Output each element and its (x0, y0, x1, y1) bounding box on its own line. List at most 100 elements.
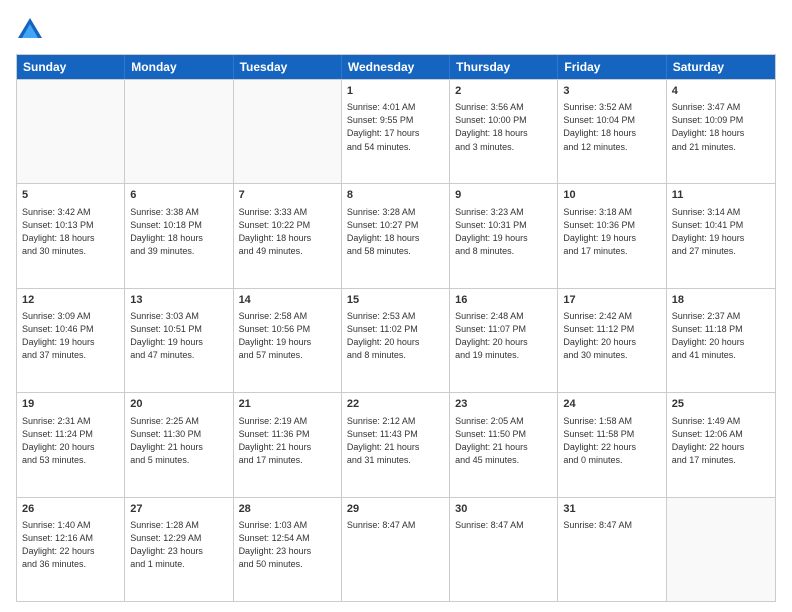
cell-info: Sunrise: 8:47 AM (347, 519, 444, 532)
cal-header-thursday: Thursday (450, 55, 558, 79)
day-number: 30 (455, 502, 552, 517)
cell-info: Sunrise: 2:48 AM Sunset: 11:07 PM Daylig… (455, 310, 552, 362)
cell-info: Sunrise: 3:52 AM Sunset: 10:04 PM Daylig… (563, 101, 660, 153)
cal-cell: 13 Sunrise: 3:03 AM Sunset: 10:51 PM Dayl… (125, 289, 233, 392)
cal-cell: 25Sunrise: 1:49 AM Sunset: 12:06 AM Dayl… (667, 393, 775, 496)
cal-cell: 6 Sunrise: 3:38 AM Sunset: 10:18 PM Dayli… (125, 184, 233, 287)
day-number: 22 (347, 397, 444, 412)
cal-cell: 26 Sunrise: 1:40 AM Sunset: 12:16 AM Dayl… (17, 498, 125, 601)
cal-cell: 7 Sunrise: 3:33 AM Sunset: 10:22 PM Dayli… (234, 184, 342, 287)
cal-cell (667, 498, 775, 601)
cal-header-saturday: Saturday (667, 55, 775, 79)
cal-header-friday: Friday (558, 55, 666, 79)
day-number: 15 (347, 293, 444, 308)
cal-cell (17, 80, 125, 183)
page: SundayMondayTuesdayWednesdayThursdayFrid… (0, 0, 792, 612)
cal-cell: 28 Sunrise: 1:03 AM Sunset: 12:54 AM Dayl… (234, 498, 342, 601)
cal-week-5: 26 Sunrise: 1:40 AM Sunset: 12:16 AM Dayl… (17, 497, 775, 601)
cal-cell: 16Sunrise: 2:48 AM Sunset: 11:07 PM Dayl… (450, 289, 558, 392)
calendar-body: 1 Sunrise: 4:01 AM Sunset: 9:55 PM Daylig… (17, 79, 775, 601)
cal-cell (234, 80, 342, 183)
day-number: 17 (563, 293, 660, 308)
cell-info: Sunrise: 3:38 AM Sunset: 10:18 PM Daylig… (130, 206, 227, 258)
day-number: 3 (563, 84, 660, 99)
cal-cell: 9 Sunrise: 3:23 AM Sunset: 10:31 PM Dayli… (450, 184, 558, 287)
day-number: 25 (672, 397, 770, 412)
cal-cell: 24 Sunrise: 1:58 AM Sunset: 11:58 PM Dayl… (558, 393, 666, 496)
cal-week-4: 19 Sunrise: 2:31 AM Sunset: 11:24 PM Dayl… (17, 392, 775, 496)
cal-cell: 22Sunrise: 2:12 AM Sunset: 11:43 PM Dayl… (342, 393, 450, 496)
cal-cell: 3 Sunrise: 3:52 AM Sunset: 10:04 PM Dayli… (558, 80, 666, 183)
day-number: 28 (239, 502, 336, 517)
cal-cell: 8 Sunrise: 3:28 AM Sunset: 10:27 PM Dayli… (342, 184, 450, 287)
cell-info: Sunrise: 3:56 AM Sunset: 10:00 PM Daylig… (455, 101, 552, 153)
cal-header-sunday: Sunday (17, 55, 125, 79)
calendar: SundayMondayTuesdayWednesdayThursdayFrid… (16, 54, 776, 602)
cal-week-3: 12 Sunrise: 3:09 AM Sunset: 10:46 PM Dayl… (17, 288, 775, 392)
cal-cell: 2 Sunrise: 3:56 AM Sunset: 10:00 PM Dayli… (450, 80, 558, 183)
cell-info: Sunrise: 3:03 AM Sunset: 10:51 PM Daylig… (130, 310, 227, 362)
day-number: 24 (563, 397, 660, 412)
cal-cell: 27Sunrise: 1:28 AM Sunset: 12:29 AM Dayl… (125, 498, 233, 601)
cell-info: Sunrise: 3:09 AM Sunset: 10:46 PM Daylig… (22, 310, 119, 362)
cal-cell: 12 Sunrise: 3:09 AM Sunset: 10:46 PM Dayl… (17, 289, 125, 392)
day-number: 2 (455, 84, 552, 99)
cell-info: Sunrise: 3:18 AM Sunset: 10:36 PM Daylig… (563, 206, 660, 258)
day-number: 11 (672, 188, 770, 203)
cal-cell: 18 Sunrise: 2:37 AM Sunset: 11:18 PM Dayl… (667, 289, 775, 392)
day-number: 29 (347, 502, 444, 517)
cell-info: Sunrise: 8:47 AM (563, 519, 660, 532)
cell-info: Sunrise: 1:40 AM Sunset: 12:16 AM Daylig… (22, 519, 119, 571)
cell-info: Sunrise: 3:14 AM Sunset: 10:41 PM Daylig… (672, 206, 770, 258)
cal-cell (125, 80, 233, 183)
day-number: 12 (22, 293, 119, 308)
day-number: 1 (347, 84, 444, 99)
cal-header-tuesday: Tuesday (234, 55, 342, 79)
cal-cell: 4 Sunrise: 3:47 AM Sunset: 10:09 PM Dayli… (667, 80, 775, 183)
cell-info: Sunrise: 2:42 AM Sunset: 11:12 PM Daylig… (563, 310, 660, 362)
cell-info: Sunrise: 4:01 AM Sunset: 9:55 PM Dayligh… (347, 101, 444, 153)
day-number: 13 (130, 293, 227, 308)
cal-cell: 1 Sunrise: 4:01 AM Sunset: 9:55 PM Daylig… (342, 80, 450, 183)
day-number: 20 (130, 397, 227, 412)
day-number: 5 (22, 188, 119, 203)
day-number: 7 (239, 188, 336, 203)
cal-cell: 17 Sunrise: 2:42 AM Sunset: 11:12 PM Dayl… (558, 289, 666, 392)
cell-info: Sunrise: 1:03 AM Sunset: 12:54 AM Daylig… (239, 519, 336, 571)
day-number: 8 (347, 188, 444, 203)
cal-cell: 21 Sunrise: 2:19 AM Sunset: 11:36 PM Dayl… (234, 393, 342, 496)
day-number: 19 (22, 397, 119, 412)
cell-info: Sunrise: 2:58 AM Sunset: 10:56 PM Daylig… (239, 310, 336, 362)
cal-cell: 11 Sunrise: 3:14 AM Sunset: 10:41 PM Dayl… (667, 184, 775, 287)
cal-cell: 23Sunrise: 2:05 AM Sunset: 11:50 PM Dayl… (450, 393, 558, 496)
cell-info: Sunrise: 3:23 AM Sunset: 10:31 PM Daylig… (455, 206, 552, 258)
cell-info: Sunrise: 8:47 AM (455, 519, 552, 532)
cell-info: Sunrise: 2:25 AM Sunset: 11:30 PM Daylig… (130, 415, 227, 467)
cal-cell: 20 Sunrise: 2:25 AM Sunset: 11:30 PM Dayl… (125, 393, 233, 496)
cal-cell: 19 Sunrise: 2:31 AM Sunset: 11:24 PM Dayl… (17, 393, 125, 496)
cal-cell: 29 Sunrise: 8:47 AM (342, 498, 450, 601)
day-number: 10 (563, 188, 660, 203)
cell-info: Sunrise: 2:19 AM Sunset: 11:36 PM Daylig… (239, 415, 336, 467)
cell-info: Sunrise: 3:28 AM Sunset: 10:27 PM Daylig… (347, 206, 444, 258)
day-number: 31 (563, 502, 660, 517)
cell-info: Sunrise: 2:05 AM Sunset: 11:50 PM Daylig… (455, 415, 552, 467)
day-number: 21 (239, 397, 336, 412)
cal-header-monday: Monday (125, 55, 233, 79)
cal-cell: 31 Sunrise: 8:47 AM (558, 498, 666, 601)
day-number: 26 (22, 502, 119, 517)
day-number: 4 (672, 84, 770, 99)
day-number: 6 (130, 188, 227, 203)
day-number: 9 (455, 188, 552, 203)
cell-info: Sunrise: 2:31 AM Sunset: 11:24 PM Daylig… (22, 415, 119, 467)
header (16, 16, 776, 44)
cell-info: Sunrise: 1:28 AM Sunset: 12:29 AM Daylig… (130, 519, 227, 571)
cal-cell: 10 Sunrise: 3:18 AM Sunset: 10:36 PM Dayl… (558, 184, 666, 287)
cell-info: Sunrise: 3:47 AM Sunset: 10:09 PM Daylig… (672, 101, 770, 153)
cell-info: Sunrise: 3:33 AM Sunset: 10:22 PM Daylig… (239, 206, 336, 258)
cal-cell: 5Sunrise: 3:42 AM Sunset: 10:13 PM Dayli… (17, 184, 125, 287)
cell-info: Sunrise: 1:58 AM Sunset: 11:58 PM Daylig… (563, 415, 660, 467)
cal-header-wednesday: Wednesday (342, 55, 450, 79)
cell-info: Sunrise: 2:37 AM Sunset: 11:18 PM Daylig… (672, 310, 770, 362)
day-number: 18 (672, 293, 770, 308)
